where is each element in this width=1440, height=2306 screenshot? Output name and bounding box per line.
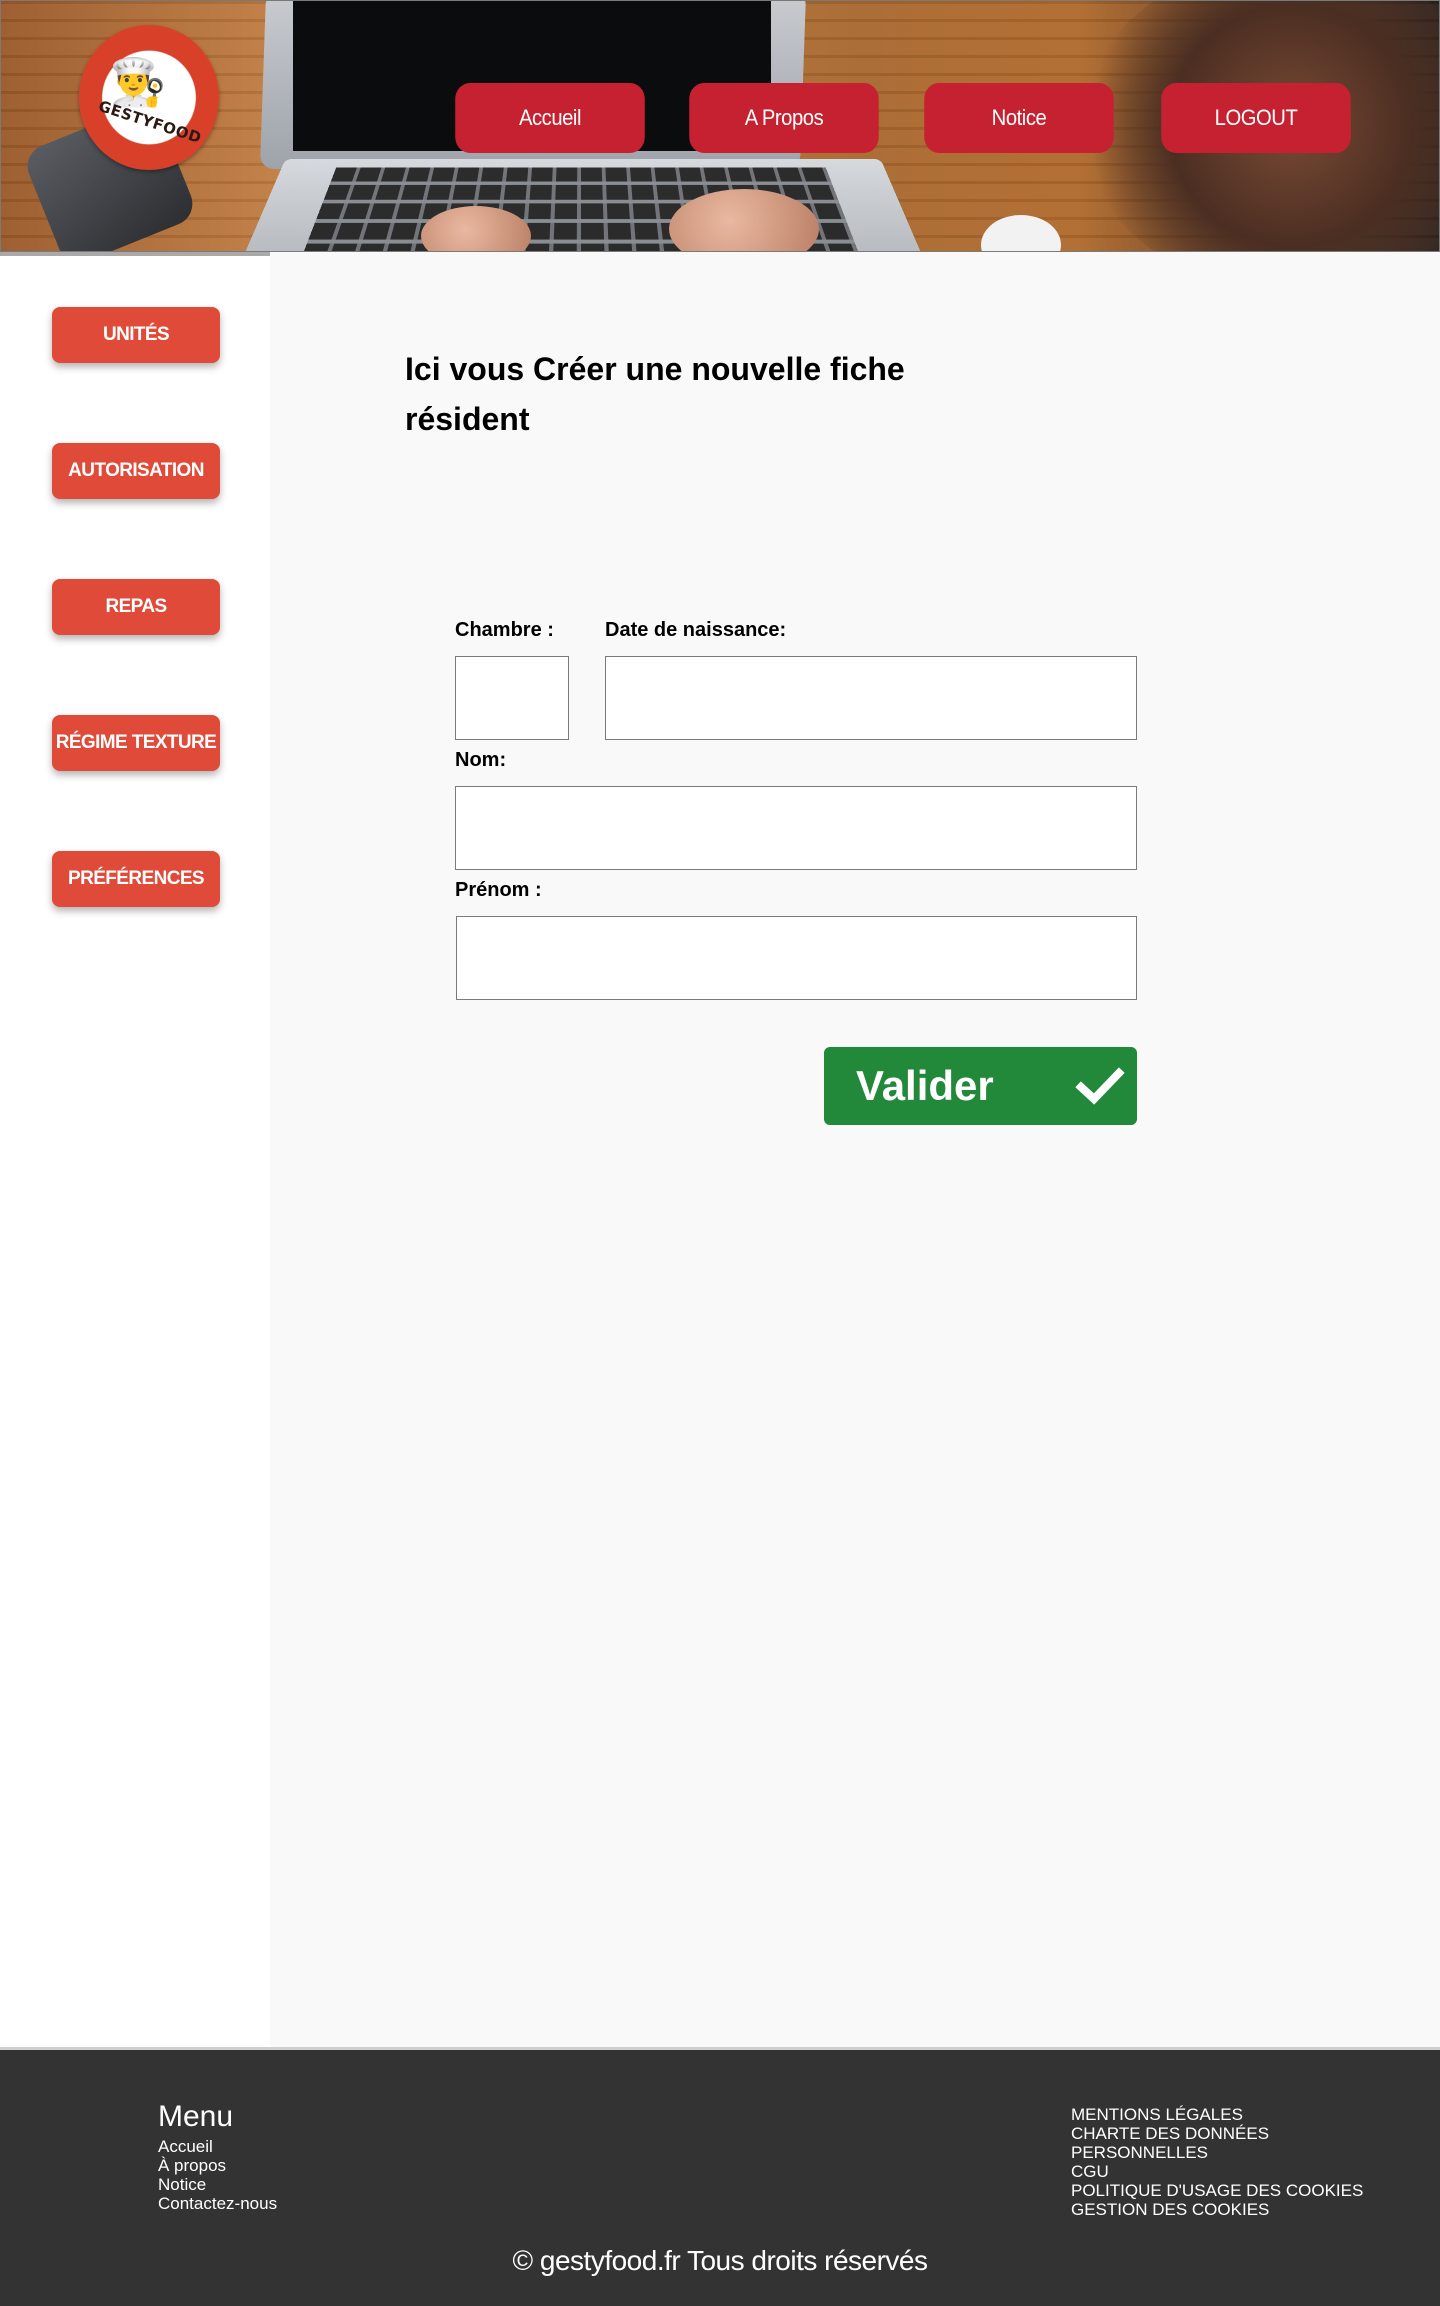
nav-apropos-button[interactable]: A Propos <box>689 83 879 153</box>
copyright-text: © gestyfood.fr Tous droits réservés <box>512 2245 928 2276</box>
sidebar-item-unites[interactable]: UNITÉS <box>52 307 220 363</box>
footer-link-cookies-policy[interactable]: POLITIQUE D'USAGE DES COOKIES <box>1071 2181 1363 2200</box>
nom-label: Nom: <box>455 749 507 771</box>
footer-link-apropos[interactable]: À propos <box>158 2156 226 2175</box>
footer-link-personnelles[interactable]: PERSONNELLES <box>1071 2143 1208 2162</box>
sidebar-item-preferences[interactable]: PRÉFÉRENCES <box>52 851 220 907</box>
footer-link-contact[interactable]: Contactez-nous <box>158 2194 277 2213</box>
chambre-label: Chambre : <box>455 619 554 641</box>
footer-link-notice[interactable]: Notice <box>158 2175 206 2194</box>
nav-notice-button[interactable]: Notice <box>924 83 1114 153</box>
sidebar-item-regime-texture[interactable]: RÉGIME TEXTURE <box>52 715 220 771</box>
sidebar-item-autorisation[interactable]: AUTORISATION <box>52 443 220 499</box>
footer-link-mentions-legales[interactable]: MENTIONS LÉGALES <box>1071 2105 1243 2124</box>
footer: Menu Accueil À propos Notice Contactez-n… <box>0 2047 1440 2306</box>
valider-button[interactable]: Valider <box>824 1047 1137 1125</box>
gestyfood-logo[interactable]: 👨‍🍳 GESTYFOOD <box>79 25 219 170</box>
page-title: Ici vous Créer une nouvelle fiche réside… <box>405 351 905 437</box>
nav-accueil-button[interactable]: Accueil <box>455 83 645 153</box>
date-naissance-label: Date de naissance: <box>605 619 787 641</box>
nav-logout-button[interactable]: LOGOUT <box>1161 83 1351 153</box>
footer-link-cookies-management[interactable]: GESTION DES COOKIES <box>1071 2200 1269 2219</box>
check-icon <box>1075 1067 1125 1105</box>
sidebar-item-repas[interactable]: REPAS <box>52 579 220 635</box>
footer-link-cgu[interactable]: CGU <box>1071 2162 1109 2181</box>
main-content: Ici vous Créer une nouvelle fiche réside… <box>270 252 1440 2047</box>
sidebar: UNITÉS AUTORISATION REPAS RÉGIME TEXTURE… <box>0 252 270 2047</box>
sidebar-divider <box>0 252 270 256</box>
chambre-field[interactable] <box>455 656 569 740</box>
nom-field[interactable] <box>455 786 1137 870</box>
chef-hat-icon: 👨‍🍳 <box>109 56 167 108</box>
prenom-label: Prénom : <box>455 879 542 901</box>
date-naissance-field[interactable] <box>605 656 1137 740</box>
valider-label: Valider <box>856 1062 994 1109</box>
footer-link-accueil[interactable]: Accueil <box>158 2137 213 2156</box>
footer-link-charte-donnees[interactable]: CHARTE DES DONNÉES <box>1071 2124 1269 2143</box>
header-banner: 👨‍🍳 GESTYFOOD Accueil A Propos Notice LO… <box>0 0 1440 252</box>
prenom-field[interactable] <box>456 916 1137 1000</box>
footer-menu-title: Menu <box>158 2100 234 2133</box>
